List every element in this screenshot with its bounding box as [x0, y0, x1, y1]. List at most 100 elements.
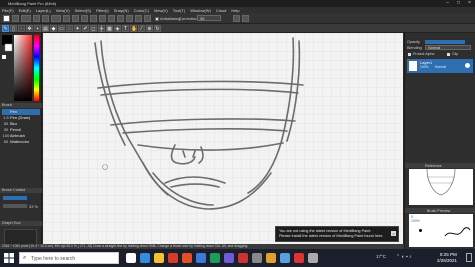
settings-icon[interactable]	[308, 253, 318, 263]
dot-tool-icon[interactable]: ·	[18, 25, 25, 32]
gradient-tool-icon[interactable]: ▤	[42, 25, 49, 32]
snap-curve-icon[interactable]	[126, 15, 133, 22]
antialiasing-label: Antialiasing	[160, 16, 181, 21]
clip-checkbox[interactable]	[447, 53, 450, 56]
menu-file[interactable]: File(F)	[2, 8, 14, 13]
snap-settings-icon[interactable]	[144, 15, 151, 22]
move-tool-icon[interactable]: ✥	[26, 25, 33, 32]
divide-tool-icon[interactable]: ╪	[98, 25, 105, 32]
eyedropper-tool-icon[interactable]: ⁄	[138, 25, 145, 32]
menu-view-2[interactable]: View(V)	[154, 8, 168, 13]
search-icon: ⌕	[23, 255, 27, 261]
media-icon[interactable]	[294, 253, 304, 263]
zoom-tool-icon[interactable]: ⊕	[146, 25, 153, 32]
clock-time[interactable]: 8:25 PM	[440, 252, 457, 257]
magic-wand-tool-icon[interactable]: ✦	[74, 25, 81, 32]
taskbar-search[interactable]: ⌕ Type here to search	[19, 252, 119, 264]
protect-alpha-checkbox[interactable]	[408, 53, 411, 56]
brush-dot-icon	[419, 229, 422, 232]
snap-radial-icon[interactable]	[108, 15, 115, 22]
menu-select[interactable]: Select(S)	[75, 8, 91, 13]
discord-icon[interactable]	[224, 253, 234, 263]
clock-date[interactable]: 2/26/2021	[437, 258, 457, 263]
office-icon[interactable]	[182, 253, 192, 263]
drawing-canvas[interactable]	[43, 33, 403, 244]
opacity-slider[interactable]	[3, 204, 27, 208]
menu-color[interactable]: Color(C)	[134, 8, 149, 13]
left-panel: Brush Pen 1.5 Pen (Draw) 50 Blur 30 Penc…	[0, 33, 42, 265]
menu-cloud[interactable]: Cloud	[216, 8, 226, 13]
snap-vanish-icon[interactable]	[135, 15, 142, 22]
color-picker[interactable]	[0, 33, 42, 103]
undo-icon[interactable]	[233, 15, 240, 22]
stabilizer-icon[interactable]	[63, 15, 70, 22]
chrome-icon[interactable]	[168, 253, 178, 263]
opacity-value: 33 %	[29, 204, 39, 209]
menu-window[interactable]: Window(W)	[190, 8, 211, 13]
transparent-swatch	[2, 55, 6, 59]
shape-tool-icon[interactable]: ▦	[106, 25, 113, 32]
spotify-icon[interactable]	[210, 253, 220, 263]
weather-value[interactable]: 17°C	[376, 254, 386, 259]
snap-parallel-icon[interactable]	[90, 15, 97, 22]
redo-icon[interactable]	[242, 15, 249, 22]
eye-icon[interactable]	[465, 63, 470, 68]
photos-icon[interactable]	[280, 253, 290, 263]
rotate-tool-icon[interactable]: ↻	[154, 25, 161, 32]
app-icon[interactable]	[252, 253, 262, 263]
layer-opacity-slider[interactable]	[425, 40, 465, 44]
brush-size-field[interactable]	[21, 15, 31, 22]
text-tool-icon[interactable]: T	[122, 25, 129, 32]
tool-row: ✎ ▯ · ✥ ▪ ▤ ◆ ▭ ◌ ✦ ✐ ◻ ╪ ▦ ◈ T ✋ ⁄ ⊕ ↻	[0, 24, 475, 33]
menu-layer[interactable]: Layer(L)	[36, 8, 51, 13]
menu-snap[interactable]: Snap(N)	[114, 8, 129, 13]
menu-view[interactable]: View(V)	[56, 8, 70, 13]
navigator-preview[interactable]	[409, 168, 473, 205]
correction-select[interactable]: 30	[197, 15, 221, 21]
bucket-tool-icon[interactable]: ◆	[50, 25, 57, 32]
notifications-icon[interactable]	[466, 253, 472, 262]
layer-row[interactable]: Layer1 100% Normal	[407, 59, 473, 73]
lasso-tool-icon[interactable]: ◌	[66, 25, 73, 32]
select-eraser-tool-icon[interactable]: ◻	[90, 25, 97, 32]
system-tray-icons[interactable]: ⌃ ◐ ▪ ♪	[396, 254, 412, 260]
menu-filter[interactable]: Filter(I)	[96, 8, 109, 13]
brush-shape-icon[interactable]	[12, 15, 19, 22]
file-explorer-icon[interactable]	[154, 253, 164, 263]
menu-help[interactable]: Help	[231, 8, 239, 13]
edge-icon[interactable]	[140, 253, 150, 263]
blending-select[interactable]: Normal	[425, 45, 471, 50]
snap-off-icon[interactable]	[81, 15, 88, 22]
minimize-icon[interactable]: –	[442, 0, 453, 7]
foreground-color-swatch[interactable]	[3, 15, 10, 22]
snap-circle-icon[interactable]	[117, 15, 124, 22]
brush-item[interactable]: 50 Watercolor	[2, 139, 40, 145]
snap-cross-icon[interactable]	[99, 15, 106, 22]
hand-tool-icon[interactable]: ✋	[130, 25, 137, 32]
brush-opacity-icon[interactable]	[42, 15, 49, 22]
menu-tool[interactable]: Tool(T)	[173, 8, 185, 13]
select-pen-tool-icon[interactable]: ✐	[82, 25, 89, 32]
windows-start-icon[interactable]	[4, 253, 14, 263]
operation-tool-icon[interactable]: ◈	[114, 25, 121, 32]
antialiasing-checkbox[interactable]	[155, 17, 159, 21]
menu-edit[interactable]: Edit(E)	[19, 8, 31, 13]
brush-tool-icon[interactable]: ✎	[2, 25, 9, 32]
select-tool-icon[interactable]: ▭	[58, 25, 65, 32]
eraser-tool-icon[interactable]: ▯	[10, 25, 17, 32]
brush-size-arrow-icon[interactable]	[33, 15, 40, 22]
update-notice[interactable]: You are not using the latest version of …	[275, 226, 399, 242]
brush-preview-header: Brush Preview	[405, 208, 475, 213]
close-icon[interactable]: ×	[391, 231, 396, 236]
medibang-icon[interactable]	[266, 253, 276, 263]
task-view-icon[interactable]	[126, 253, 136, 263]
close-icon[interactable]: ×	[464, 0, 475, 7]
pressure-icon[interactable]	[72, 15, 79, 22]
brush-size-slider[interactable]	[3, 196, 27, 200]
protect-alpha-label: Protect Alpha	[413, 52, 435, 56]
mail-icon[interactable]	[196, 253, 206, 263]
opacity-field[interactable]	[51, 15, 61, 22]
fill-tool-icon[interactable]: ▪	[34, 25, 41, 32]
maximize-icon[interactable]: □	[453, 0, 464, 7]
youtube-icon[interactable]	[238, 253, 248, 263]
